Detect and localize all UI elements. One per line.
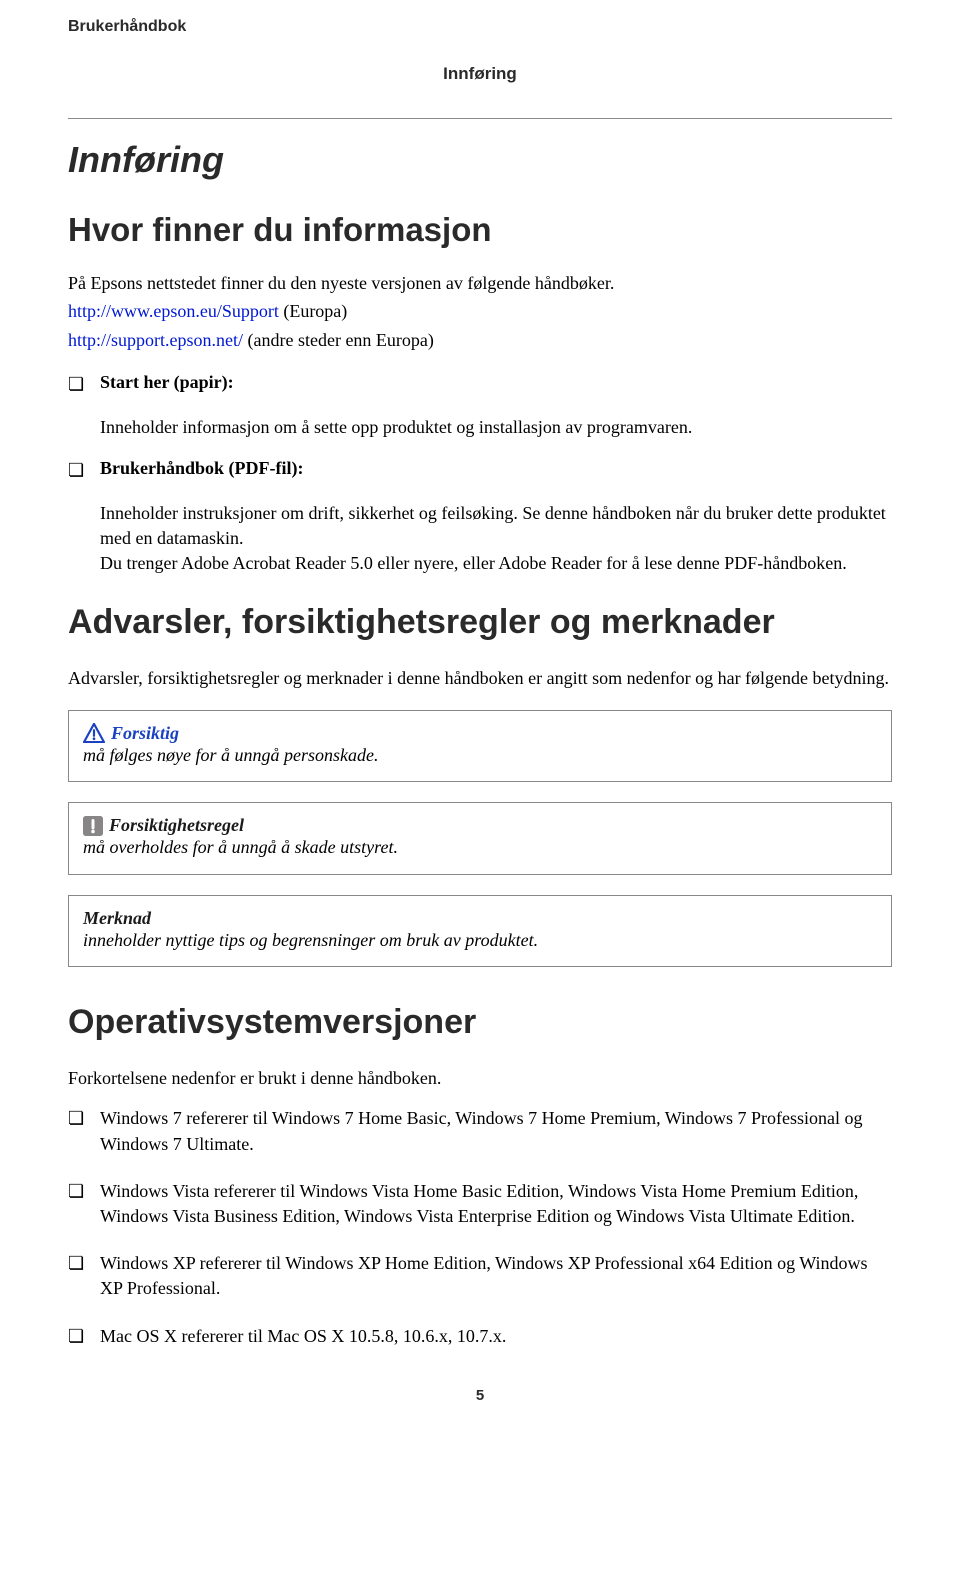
section-label: Innføring bbox=[68, 64, 892, 84]
warnings-intro: Advarsler, forsiktighetsregler og merkna… bbox=[68, 666, 892, 690]
intro-paragraph: På Epsons nettstedet finner du den nyest… bbox=[68, 271, 892, 295]
divider bbox=[68, 118, 892, 119]
bullet-icon: ❏ bbox=[68, 372, 86, 393]
heading-os-versions: Operativsystemversjoner bbox=[68, 1003, 892, 1042]
heading-where-info: Hvor finner du informasjon bbox=[68, 211, 892, 249]
warning-triangle-icon bbox=[83, 723, 105, 743]
bullet-icon: ❏ bbox=[68, 1179, 86, 1200]
note-title: Forsiktig bbox=[111, 723, 179, 744]
list-item: ❏ Windows XP refererer til Windows XP Ho… bbox=[68, 1251, 892, 1301]
note-merknad: Merknad inneholder nyttige tips og begre… bbox=[68, 895, 892, 967]
bullet-title: Start her (papir): bbox=[100, 372, 234, 393]
os-intro: Forkortelsene nedenfor er brukt i denne … bbox=[68, 1066, 892, 1090]
note-title: Merknad bbox=[83, 908, 151, 929]
heading-warnings: Advarsler, forsiktighetsregler og merkna… bbox=[68, 603, 892, 642]
doc-title: Brukerhåndbok bbox=[68, 18, 892, 36]
list-item: ❏ Windows Vista refererer til Windows Vi… bbox=[68, 1179, 892, 1229]
list-item: ❏ Windows 7 refererer til Windows 7 Home… bbox=[68, 1106, 892, 1156]
bullet-body: Inneholder informasjon om å sette opp pr… bbox=[100, 415, 892, 440]
link-europe-suffix: (Europa) bbox=[279, 301, 347, 321]
note-body: må følges nøye for å unngå personskade. bbox=[83, 744, 877, 767]
link-europe[interactable]: http://www.epson.eu/Support bbox=[68, 301, 279, 321]
bullet-body: Inneholder instruksjoner om drift, sikke… bbox=[100, 501, 892, 577]
bullet-icon: ❏ bbox=[68, 1324, 86, 1345]
note-body: må overholdes for å unngå å skade utstyr… bbox=[83, 836, 877, 859]
os-text: Windows Vista refererer til Windows Vist… bbox=[100, 1179, 892, 1229]
bullet-icon: ❏ bbox=[68, 458, 86, 479]
page-title: Innføring bbox=[68, 139, 892, 181]
bullet-icon: ❏ bbox=[68, 1106, 86, 1127]
link-other-suffix: (andre steder enn Europa) bbox=[243, 330, 434, 350]
note-body: inneholder nyttige tips og begrensninger… bbox=[83, 929, 877, 952]
bullet-icon: ❏ bbox=[68, 1251, 86, 1272]
note-forsiktighetsregel: Forsiktighetsregel må overholdes for å u… bbox=[68, 802, 892, 874]
caution-square-icon bbox=[83, 816, 103, 836]
link-other[interactable]: http://support.epson.net/ bbox=[68, 330, 243, 350]
bullet-item: ❏ Brukerhåndbok (PDF-fil): bbox=[68, 458, 892, 479]
bullet-title: Brukerhåndbok (PDF-fil): bbox=[100, 458, 304, 479]
os-text: Windows XP refererer til Windows XP Home… bbox=[100, 1251, 892, 1301]
os-text: Mac OS X refererer til Mac OS X 10.5.8, … bbox=[100, 1324, 506, 1349]
bullet-item: ❏ Start her (papir): bbox=[68, 372, 892, 393]
list-item: ❏ Mac OS X refererer til Mac OS X 10.5.8… bbox=[68, 1324, 892, 1349]
os-text: Windows 7 refererer til Windows 7 Home B… bbox=[100, 1106, 892, 1156]
note-title: Forsiktighetsregel bbox=[109, 815, 244, 836]
page-number: 5 bbox=[68, 1387, 892, 1404]
note-forsiktig: Forsiktig må følges nøye for å unngå per… bbox=[68, 710, 892, 782]
